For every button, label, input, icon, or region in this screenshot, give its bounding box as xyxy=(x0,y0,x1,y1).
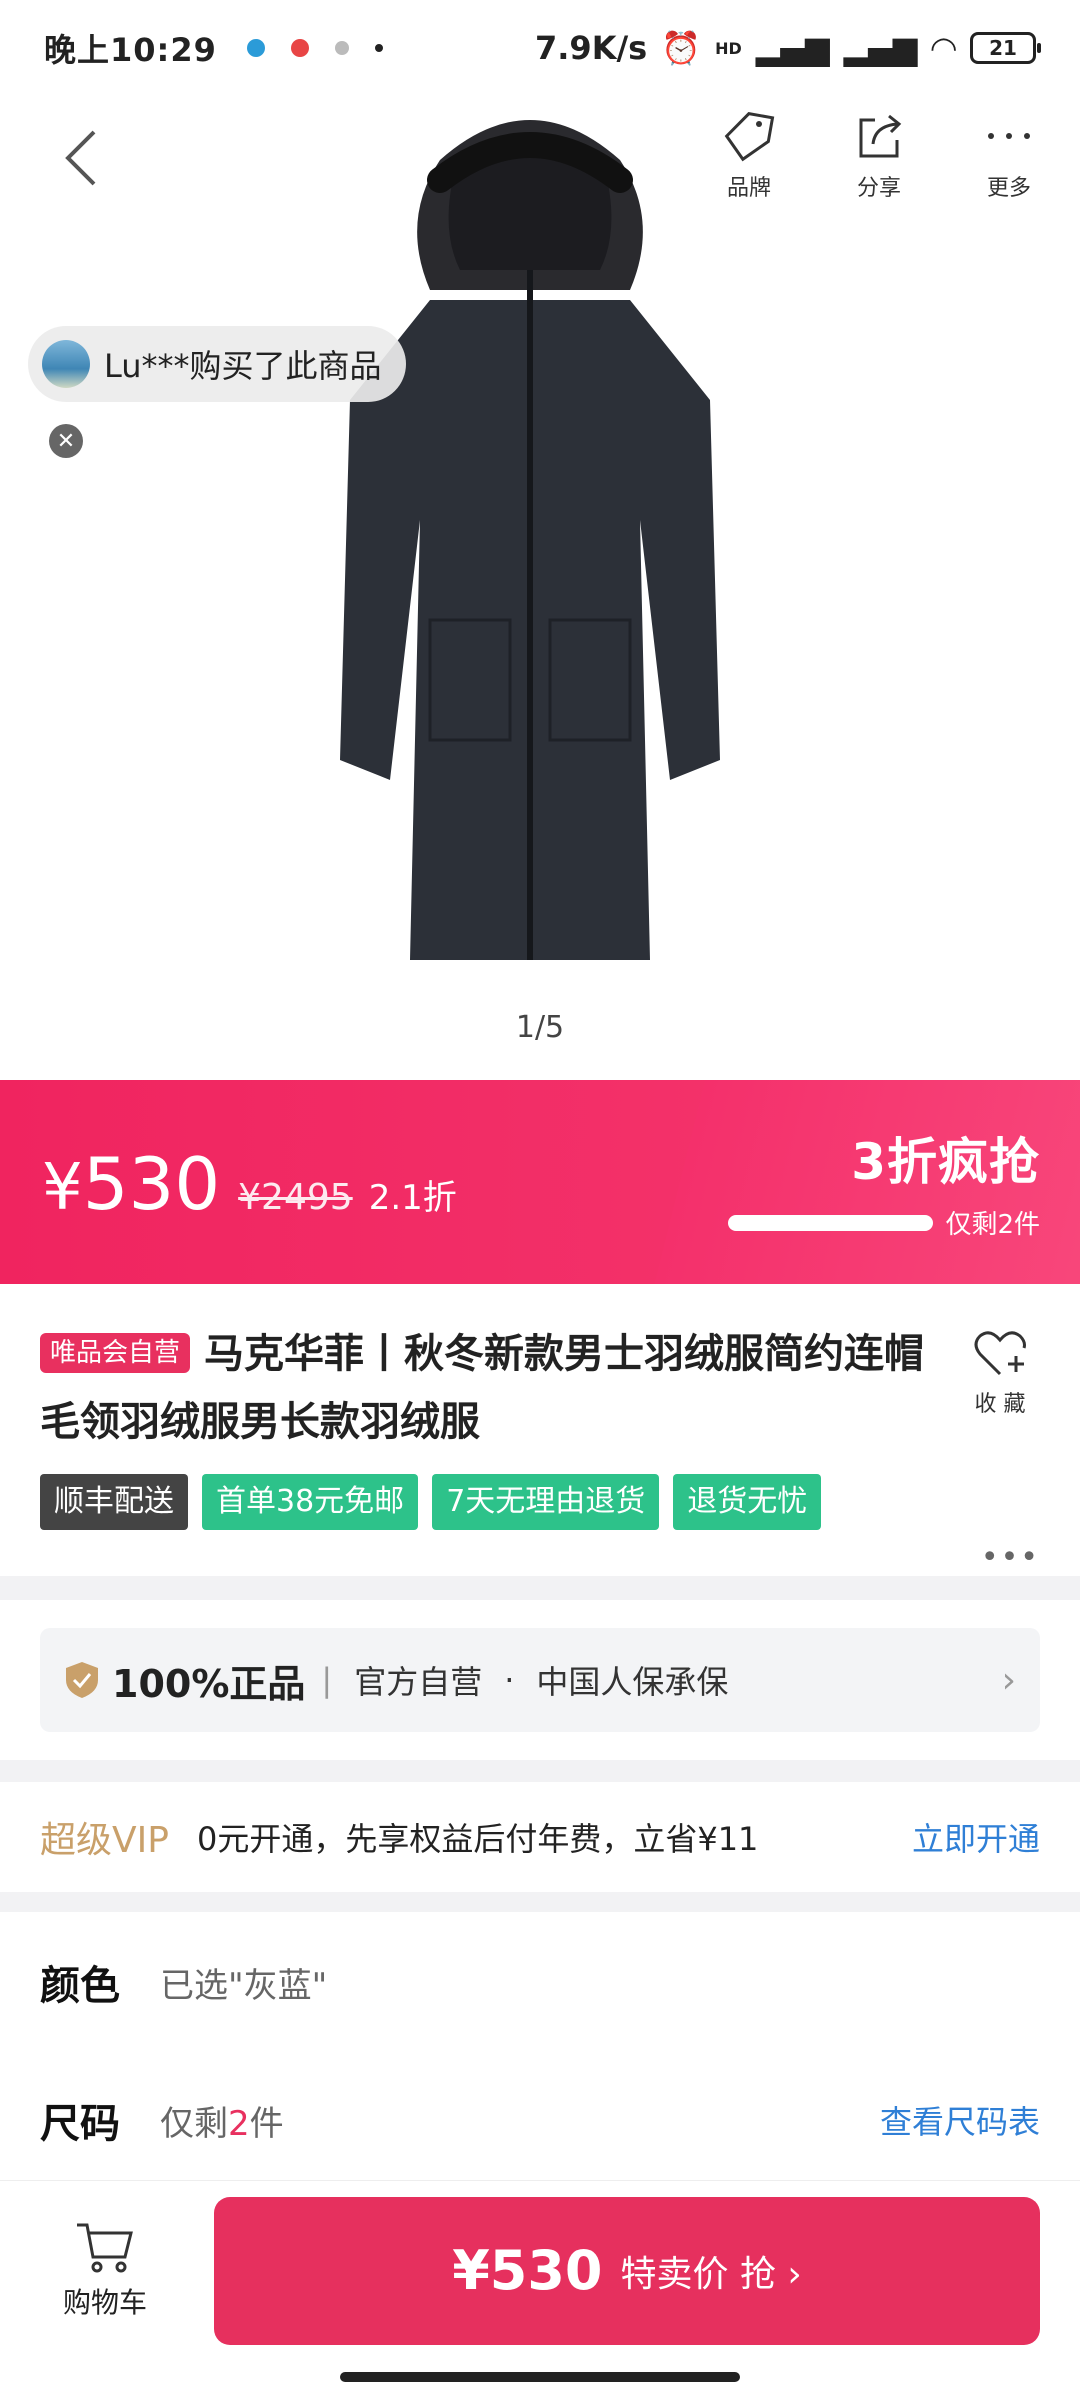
battery-level: 21 xyxy=(989,36,1017,60)
signal-icon: ▂▄▆ xyxy=(755,29,830,67)
chevron-right-icon: › xyxy=(1001,1659,1016,1701)
divider xyxy=(0,1892,1080,1912)
share-label: 分享 xyxy=(856,176,901,201)
size-option-row[interactable]: 尺码 仅剩2件 查看尺码表 xyxy=(0,2060,1080,2180)
app-notification-icon xyxy=(290,39,309,57)
stock-left: 仅剩2件 xyxy=(945,1210,1040,1240)
color-value: 已选"灰蓝" xyxy=(160,1965,328,2006)
promo-title: 3折疯抢 xyxy=(851,1133,1040,1191)
buyer-notice: Lu***购买了此商品 xyxy=(28,326,406,402)
vip-row[interactable]: 超级VIP 0元开通，先享权益后付年费，立省¥11 立即开通 xyxy=(0,1782,1080,1892)
color-option-row[interactable]: 颜色 已选"灰蓝" xyxy=(0,1922,1080,2042)
buyer-avatar xyxy=(42,340,90,388)
divider xyxy=(0,1760,1080,1782)
close-notice-icon[interactable]: ✕ xyxy=(49,424,83,458)
image-pager: 1/5 xyxy=(515,1010,565,1045)
size-stock-suffix: 件 xyxy=(249,2103,284,2144)
more-dots-icon xyxy=(988,133,1030,139)
insurer: 中国人保承保 xyxy=(536,1663,729,1701)
service-tags: 顺丰配送 首单38元免邮 7天无理由退货 退货无忧 xyxy=(40,1474,1040,1530)
favorite-button[interactable]: 收 藏 xyxy=(972,1328,1028,1418)
service-tag: 顺丰配送 xyxy=(40,1474,188,1530)
home-indicator[interactable] xyxy=(340,2372,740,2382)
buy-price: ¥530 xyxy=(452,2239,603,2302)
size-label: 尺码 xyxy=(40,2101,120,2147)
product-image[interactable] xyxy=(280,100,780,980)
authenticity-row[interactable]: 100%正品 | 官方自营 · 中国人保承保 › xyxy=(40,1628,1040,1732)
brand-label: 品牌 xyxy=(726,176,771,201)
price-banner: ¥ 530 ¥2495 2.1折 3折疯抢 仅剩2件 xyxy=(0,1080,1080,1284)
vip-description: 0元开通，先享权益后付年费，立省¥11 xyxy=(196,1820,759,1858)
buy-text: 特卖价 抢 › xyxy=(620,2253,802,2295)
divider xyxy=(0,1576,1080,1600)
share-button[interactable]: 分享 xyxy=(844,110,914,202)
service-tag: 7天无理由退货 xyxy=(432,1474,660,1530)
official-store: 官方自营 xyxy=(354,1663,483,1701)
vip-activate-link[interactable]: 立即开通 xyxy=(912,1814,1040,1860)
price-currency: ¥ xyxy=(42,1151,83,1225)
original-price: ¥2495 xyxy=(238,1177,353,1218)
product-title: 唯品会自营 马克华菲丨秋冬新款男士羽绒服简约连帽毛领羽绒服男长款羽绒服 xyxy=(40,1320,940,1456)
shopping-cart-icon xyxy=(77,2223,133,2272)
vip-tag: 超级VIP xyxy=(40,1820,169,1861)
network-speed: 7.9K/s xyxy=(535,29,648,67)
more-label: 更多 xyxy=(986,176,1031,201)
size-stock-prefix: 仅剩 xyxy=(160,2103,228,2144)
product-gallery[interactable]: 品牌 分享 更多 Lu***购买了此商品 ✕ 1/5 xyxy=(0,0,1080,1080)
cart-label: 购物车 xyxy=(62,2285,147,2319)
cart-button[interactable]: 购物车 xyxy=(50,2221,160,2321)
back-arrow-icon[interactable] xyxy=(60,128,104,188)
brand-button[interactable]: 品牌 xyxy=(714,110,784,202)
discount-rate: 2.1折 xyxy=(368,1178,457,1218)
heart-plus-icon xyxy=(974,1331,1026,1376)
shield-check-icon xyxy=(66,1662,98,1698)
app-notification-icon xyxy=(246,39,265,57)
tag-icon xyxy=(724,112,775,162)
app-notification-icon xyxy=(334,41,349,55)
share-icon xyxy=(859,114,902,158)
size-stock-count: 2 xyxy=(228,2103,250,2144)
more-services-icon[interactable]: ••• xyxy=(981,1540,1040,1575)
battery-icon: 21 xyxy=(970,32,1041,64)
size-chart-link[interactable]: 查看尺码表 xyxy=(880,2097,1040,2143)
size-stock: 仅剩2件 xyxy=(160,2096,284,2145)
favorite-label: 收 藏 xyxy=(974,1392,1026,1417)
more-button[interactable]: 更多 xyxy=(974,110,1044,202)
self-operated-badge: 唯品会自营 xyxy=(40,1333,191,1373)
wifi-icon: ◠ xyxy=(931,29,956,67)
status-time: 晚上10:29 xyxy=(44,31,217,69)
authenticity-divider: | xyxy=(321,1661,333,1699)
more-notifications-dot xyxy=(374,44,383,52)
current-price: 530 xyxy=(82,1142,221,1226)
service-tag: 首单38元免邮 xyxy=(202,1474,419,1530)
service-tag: 退货无忧 xyxy=(673,1474,822,1530)
authenticity-main: 100%正品 xyxy=(112,1661,306,1706)
stock-progress-bar xyxy=(728,1214,934,1231)
buy-button[interactable]: ¥530 特卖价 抢 › xyxy=(214,2196,1040,2345)
bottom-action-bar: 购物车 ¥530 特卖价 抢 › xyxy=(0,2180,1080,2360)
hd-indicator: HD xyxy=(715,38,742,58)
product-info: 唯品会自营 马克华菲丨秋冬新款男士羽绒服简约连帽毛领羽绒服男长款羽绒服 收 藏 顺… xyxy=(0,1284,1080,1576)
separator-dot: · xyxy=(504,1661,515,1699)
signal-icon: ▂▄▆ xyxy=(843,29,918,67)
alarm-icon: ⏰ xyxy=(661,29,702,67)
authenticity-section: 100%正品 | 官方自营 · 中国人保承保 › xyxy=(0,1600,1080,1760)
color-label: 颜色 xyxy=(40,1963,120,2009)
buyer-notice-text: Lu***购买了此商品 xyxy=(104,347,382,385)
status-bar: 晚上10:29 7.9K/s ⏰ HD ▂▄▆ ▂▄▆ ◠ 21 xyxy=(0,0,1080,96)
